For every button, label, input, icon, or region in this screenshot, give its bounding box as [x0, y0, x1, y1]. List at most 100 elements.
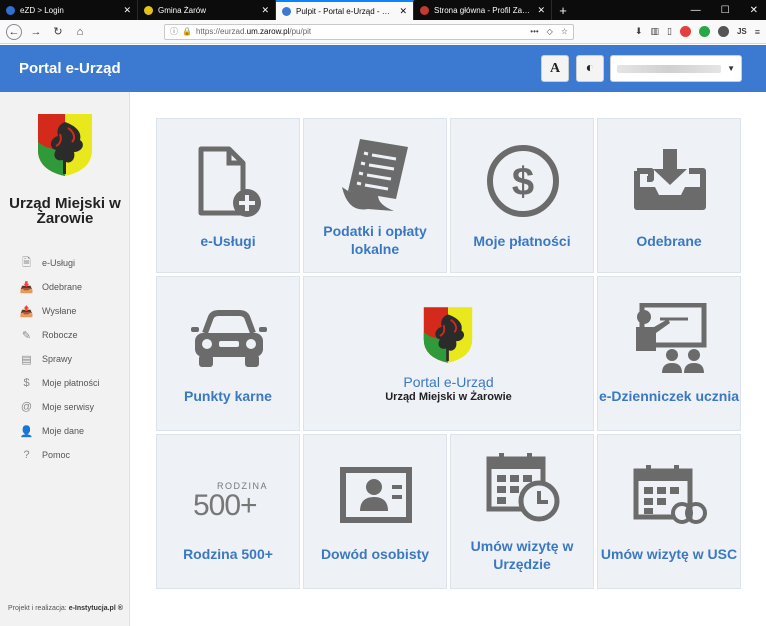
font-size-button[interactable]: A — [541, 55, 569, 82]
document-plus-icon: 🗎 — [22, 256, 31, 269]
sidebar-item-label: Pomoc — [42, 450, 71, 460]
bookmark-star-icon[interactable]: ☆ — [561, 27, 568, 36]
extension-red-icon[interactable] — [679, 26, 691, 37]
tile-umow-wizyte-urzad[interactable]: Umów wizytę w Urzędzie — [450, 434, 594, 589]
maximize-icon[interactable]: ☐ — [721, 5, 730, 16]
page-actions-icon[interactable]: ••• — [530, 27, 538, 36]
sidebar-item-moje-serwisy[interactable]: @ Moje serwisy — [20, 395, 130, 419]
tab-favicon-icon — [282, 6, 291, 16]
tile-rodzina-500[interactable]: RODZINA 500+ Rodzina 500+ — [156, 434, 300, 589]
portal-title: Portal e-Urząd — [403, 374, 494, 390]
sidebar-footer: Projekt i realizacja: e-Instytucja.pl ® — [8, 605, 123, 612]
sidebar-item-e-uslugi[interactable]: 🗎 e-Usługi — [20, 251, 130, 275]
teacher-board-icon — [636, 303, 707, 373]
back-icon[interactable]: ← — [6, 23, 22, 40]
tile-label: Dowód osobisty — [320, 546, 430, 562]
tile-label: Odebrane — [636, 233, 702, 249]
tax-document-icon — [342, 139, 408, 211]
sidebar-item-robocze[interactable]: ✎ Robocze — [20, 323, 130, 347]
forward-icon[interactable]: → — [28, 24, 44, 40]
address-bar[interactable]: ⓘ 🔒 https://eurzad.um.zarow.pl/pu/pit ••… — [164, 23, 574, 40]
tile-label: Podatki i opłaty lokalne — [323, 223, 427, 257]
tab-favicon-icon — [420, 5, 429, 15]
tile-odebrane[interactable]: Odebrane — [597, 118, 741, 273]
calendar-rings-icon — [633, 465, 707, 524]
footer-company-link[interactable]: e-Instytucja.pl ® — [69, 605, 123, 612]
browser-tab-bar: eZD > Login ✕ Gmina Żarów ✕ Pulpit - Por… — [0, 0, 766, 20]
sidebar-item-label: Moje płatności — [42, 378, 100, 388]
minimize-icon[interactable]: — — [691, 5, 701, 16]
sidebar-menu: 🗎 e-Usługi 📥 Odebrane 📤 Wysłane ✎ Robocz… — [20, 251, 130, 467]
tab-favicon-icon — [6, 5, 15, 15]
pocket-icon[interactable]: ◇ — [547, 27, 553, 36]
tile-punkty-karne[interactable]: Punkty karne — [156, 276, 300, 431]
app-header: Portal e-Urząd A ◐ ▼ — [0, 45, 766, 92]
car-icon — [191, 310, 267, 367]
dollar-icon: $ — [23, 377, 30, 389]
tile-podatki[interactable]: Podatki i opłaty lokalne — [303, 118, 447, 273]
sidebar-item-odebrane[interactable]: 📥 Odebrane — [20, 275, 130, 299]
extension-green-icon[interactable] — [698, 26, 710, 37]
tile-e-dzienniczek[interactable]: e-Dzienniczek ucznia — [597, 276, 741, 431]
dashboard-grid: e-Usługi Podatki i opłaty lokalne $ Moje… — [130, 92, 766, 626]
close-tab-icon[interactable]: ✕ — [537, 5, 545, 16]
sidebar-item-pomoc[interactable]: ? Pomoc — [20, 443, 130, 467]
user-icon: 👤 — [19, 425, 34, 438]
download-icon[interactable]: ⬇ — [635, 26, 643, 37]
js-extension-icon[interactable]: JS — [737, 27, 747, 36]
user-name-blurred — [617, 64, 722, 73]
close-tab-icon[interactable]: ✕ — [261, 5, 269, 16]
extension-gray-icon[interactable] — [717, 26, 729, 37]
portal-subtitle: Urząd Miejski w Żarowie — [385, 391, 512, 403]
info-icon[interactable]: ⓘ — [170, 26, 178, 37]
tile-label: Umów wizytę w Urzędzie — [470, 538, 574, 572]
tile-label: Moje płatności — [473, 233, 571, 249]
browser-tab-active[interactable]: Pulpit - Portal e-Urząd - Urzą ✕ — [276, 0, 414, 20]
inbox-icon: 📥 — [19, 281, 34, 294]
sidebar-item-label: Wysłane — [42, 306, 77, 316]
tile-label: Punkty karne — [184, 388, 272, 404]
sidebar-item-label: e-Usługi — [42, 258, 76, 268]
chevron-down-icon: ▼ — [727, 64, 735, 73]
pencil-icon: ✎ — [21, 329, 32, 342]
close-tab-icon[interactable]: ✕ — [123, 5, 131, 16]
sidebar-item-sprawy[interactable]: ▤ Sprawy — [20, 347, 130, 371]
id-card-icon — [340, 467, 412, 523]
cases-icon: ▤ — [21, 353, 32, 366]
svg-text:$: $ — [512, 160, 534, 204]
close-window-icon[interactable]: ✕ — [750, 5, 758, 16]
browser-tab[interactable]: eZD > Login ✕ — [0, 0, 138, 20]
library-icon[interactable]: ▥ — [650, 26, 659, 37]
sidebar-item-moje-dane[interactable]: 👤 Moje dane — [20, 419, 130, 443]
browser-tab[interactable]: Strona główna - Profil Zaufany ✕ — [414, 0, 552, 20]
app-title[interactable]: Portal e-Urząd — [19, 60, 121, 77]
coat-of-arms-logo[interactable] — [36, 112, 94, 178]
home-icon[interactable]: ⌂ — [72, 24, 88, 40]
sidebar-item-wyslane[interactable]: 📤 Wysłane — [20, 299, 130, 323]
coat-of-arms-logo — [423, 307, 473, 363]
sidebar-item-moje-platnosci[interactable]: $ Moje płatności — [20, 371, 130, 395]
url-text: https://eurzad.um.zarow.pl/pu/pit — [195, 27, 312, 36]
tab-title: eZD > Login — [20, 5, 64, 15]
tab-title: Strona główna - Profil Zaufany — [434, 5, 533, 15]
contrast-button[interactable]: ◐ — [576, 55, 604, 82]
user-dropdown[interactable]: ▼ — [610, 55, 742, 82]
rodzina-500-logo: RODZINA 500+ — [193, 481, 267, 519]
tile-moje-platnosci[interactable]: $ Moje płatności — [450, 118, 594, 273]
browser-tab[interactable]: Gmina Żarów ✕ — [138, 0, 276, 20]
sidebar-toggle-icon[interactable]: ▯ — [667, 26, 672, 37]
tile-label: e-Dzienniczek ucznia — [598, 388, 740, 404]
at-icon: @ — [20, 401, 33, 413]
tile-umow-wizyte-usc[interactable]: Umów wizytę w USC — [597, 434, 741, 589]
close-tab-icon[interactable]: ✕ — [399, 6, 407, 17]
document-plus-icon — [198, 146, 261, 217]
tile-dowod-osobisty[interactable]: Dowód osobisty — [303, 434, 447, 589]
hamburger-menu-icon[interactable]: ≡ — [755, 27, 760, 37]
tile-portal-info: Portal e-Urząd Urząd Miejski w Żarowie — [303, 276, 594, 431]
sidebar-item-label: Odebrane — [42, 282, 83, 292]
tile-label: Umów wizytę w USC — [600, 546, 738, 562]
new-tab-icon[interactable]: + — [552, 0, 574, 20]
tab-title: Gmina Żarów — [158, 5, 207, 15]
reload-icon[interactable]: ↻ — [50, 24, 66, 40]
tile-e-uslugi[interactable]: e-Usługi — [156, 118, 300, 273]
